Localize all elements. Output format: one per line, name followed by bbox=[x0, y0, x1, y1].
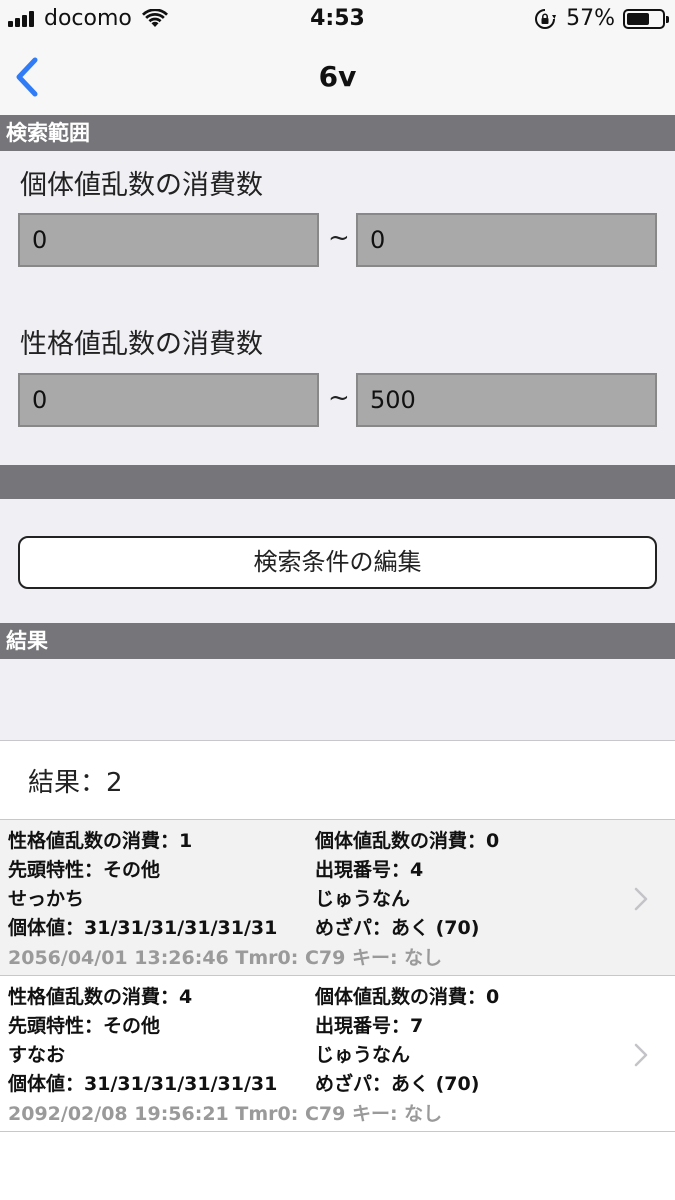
results-top-border bbox=[0, 740, 675, 741]
result-meta: 2056/04/01 13:26:46 Tmr0: C79 キー: なし bbox=[8, 947, 443, 969]
section-divider bbox=[0, 465, 675, 499]
nature-consumption-to-input[interactable]: 500 bbox=[356, 373, 657, 427]
screen: docomo 4:53 57% 6v 検索範囲 個体値乱数の消費数 0 ~ 0 … bbox=[0, 0, 675, 1200]
iv-consumption: 個体値乱数の消費：0 bbox=[315, 986, 500, 1008]
ivs: 個体値：31/31/31/31/31/31 bbox=[8, 917, 278, 939]
lead-ability: 先頭特性：その他 bbox=[8, 859, 161, 881]
appearance-number: 出現番号：7 bbox=[315, 1015, 424, 1037]
navigation-bar: 6v bbox=[0, 40, 675, 115]
section-header-search-range: 検索範囲 bbox=[0, 115, 675, 151]
nature: すなお bbox=[8, 1044, 66, 1066]
battery-icon bbox=[623, 8, 669, 29]
results-bottom-border bbox=[0, 1131, 675, 1132]
nature-consumption-from-input[interactable]: 0 bbox=[18, 373, 319, 427]
result-meta: 2092/02/08 19:56:21 Tmr0: C79 キー: なし bbox=[8, 1103, 443, 1125]
range-separator: ~ bbox=[328, 223, 350, 253]
nature: せっかち bbox=[8, 888, 85, 910]
rotation-lock-icon bbox=[535, 8, 557, 29]
battery-percent: 57% bbox=[566, 6, 615, 31]
edit-search-conditions-button[interactable]: 検索条件の編集 bbox=[18, 536, 657, 589]
result-row[interactable]: 性格値乱数の消費：4 個体値乱数の消費：0 先頭特性：その他 出現番号：7 すな… bbox=[0, 975, 675, 1131]
status-right: 57% bbox=[534, 6, 669, 31]
ivs-consumption-label: 個体値乱数の消費数 bbox=[20, 170, 263, 201]
hidden-power: めざパ：あく (70) bbox=[315, 917, 480, 939]
page-title: 6v bbox=[318, 60, 357, 93]
characteristic: じゅうなん bbox=[315, 888, 411, 910]
section-header-results: 結果 bbox=[0, 623, 675, 659]
lead-ability: 先頭特性：その他 bbox=[8, 1015, 161, 1037]
characteristic: じゅうなん bbox=[315, 1044, 411, 1066]
ivs: 個体値：31/31/31/31/31/31 bbox=[8, 1073, 278, 1095]
results-count: 結果：2 bbox=[28, 768, 123, 798]
iv-consumption: 個体値乱数の消費：0 bbox=[315, 830, 500, 852]
nature-consumption: 性格値乱数の消費：4 bbox=[8, 986, 193, 1008]
ivs-consumption-to-input[interactable]: 0 bbox=[356, 213, 657, 267]
result-row[interactable]: 性格値乱数の消費：1 個体値乱数の消費：0 先頭特性：その他 出現番号：4 せっ… bbox=[0, 819, 675, 975]
appearance-number: 出現番号：4 bbox=[315, 859, 424, 881]
chevron-right-icon bbox=[634, 1043, 648, 1067]
range-separator: ~ bbox=[328, 383, 350, 413]
hidden-power: めざパ：あく (70) bbox=[315, 1073, 480, 1095]
status-bar: docomo 4:53 57% bbox=[0, 0, 675, 40]
chevron-right-icon bbox=[634, 887, 648, 911]
nature-consumption: 性格値乱数の消費：1 bbox=[8, 830, 193, 852]
nature-consumption-label: 性格値乱数の消費数 bbox=[20, 329, 263, 360]
ivs-consumption-from-input[interactable]: 0 bbox=[18, 213, 319, 267]
